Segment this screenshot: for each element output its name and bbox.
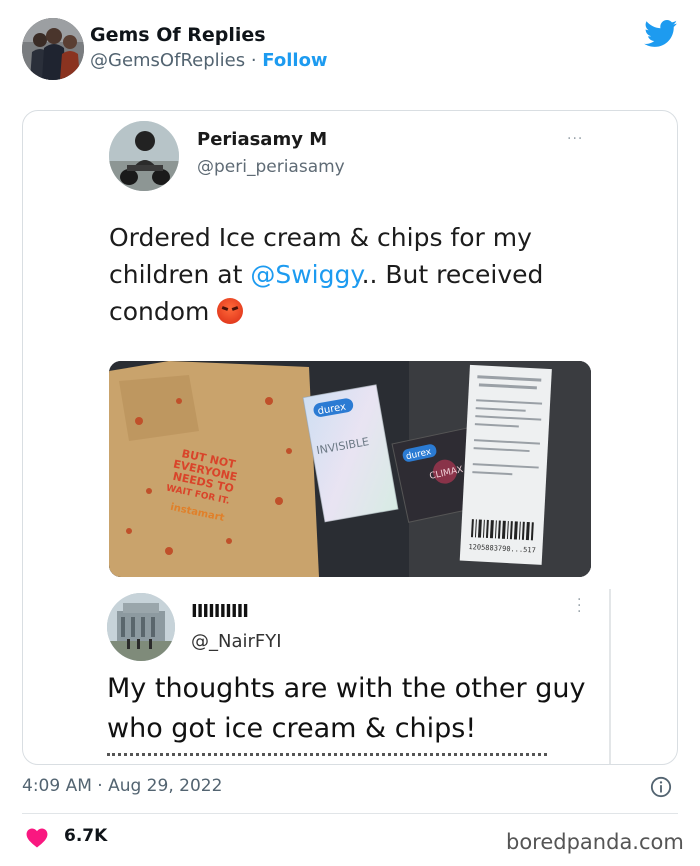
author-handle[interactable]: @GemsOfReplies [90,50,245,71]
reply-scrollbar-line [609,589,611,764]
author-avatar[interactable] [22,18,84,80]
embedded-photo: BUT NOT EVERYONE NEEDS TO WAIT FOR IT. i… [109,361,591,577]
embedded-author-avatar [109,121,179,191]
reply-author-name: IIIIIIIIII [191,601,249,622]
reply-more-icon: · · · [577,592,582,620]
embedded-author-handle: @peri_periasamy [197,157,345,177]
separator-dot: · [250,50,257,71]
tweet-card: Gems Of Replies @GemsOfReplies · Follow … [0,0,700,866]
like-count[interactable]: 6.7K [64,826,107,846]
embedded-mention: @Swiggy [250,260,362,289]
angry-face-emoji-icon [217,298,244,324]
reply-tweet: IIIIIIIIII @_NairFYI · · · My thoughts are… [23,589,677,764]
embedded-more-icon: ··· [567,131,584,147]
follow-button[interactable]: Follow [262,50,327,71]
info-icon[interactable] [650,776,672,798]
reply-author-handle: @_NairFYI [191,631,282,652]
watermark: boredpanda.com [506,830,684,854]
tweet-timestamp[interactable]: 4:09 AM · Aug 29, 2022 [22,776,222,796]
author-name[interactable]: Gems Of Replies [90,24,266,46]
heart-icon[interactable] [26,828,48,848]
reply-cutoff-text [107,753,547,759]
twitter-bird-icon[interactable] [644,20,678,48]
embedded-screenshot: Periasamy M @peri_periasamy ··· Ordered … [22,110,678,765]
author-handle-row: @GemsOfReplies · Follow [90,50,328,71]
embedded-author-name: Periasamy M [197,129,328,150]
footer-divider [22,813,678,814]
reply-author-avatar [107,593,175,661]
embedded-tweet-text: Ordered Ice cream & chips for my childre… [109,219,589,330]
reply-text: My thoughts are with the other guy who g… [107,673,586,744]
